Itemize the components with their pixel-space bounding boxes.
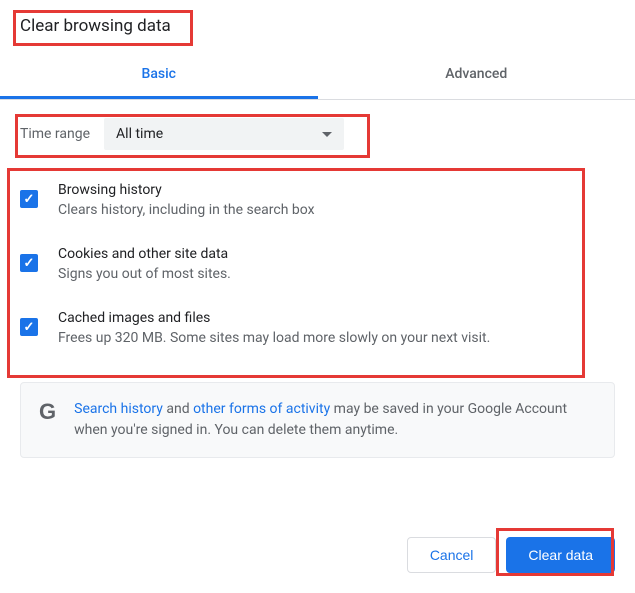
info-text: Search history and other forms of activi… <box>74 399 596 441</box>
time-range-select[interactable]: All time <box>104 118 344 150</box>
google-icon: G <box>39 399 56 425</box>
info-text-part: and <box>163 401 193 417</box>
tab-basic[interactable]: Basic <box>0 52 318 99</box>
option-desc: Signs you out of most sites. <box>58 266 615 282</box>
option-cookies: ✓ Cookies and other site data Signs you … <box>20 232 615 296</box>
clear-data-button[interactable]: Clear data <box>506 537 615 573</box>
check-icon: ✓ <box>24 193 35 206</box>
dialog-title: Clear browsing data <box>0 0 635 44</box>
option-desc: Frees up 320 MB. Some sites may load mor… <box>58 330 615 346</box>
option-title: Cookies and other site data <box>58 246 615 262</box>
check-icon: ✓ <box>24 257 35 270</box>
checkbox-browsing-history[interactable]: ✓ <box>20 190 38 208</box>
cancel-button[interactable]: Cancel <box>407 537 497 573</box>
option-desc: Clears history, including in the search … <box>58 202 615 218</box>
button-row: Cancel Clear data <box>407 537 615 573</box>
time-range-row: Time range All time <box>0 100 635 150</box>
option-cache: ✓ Cached images and files Frees up 320 M… <box>20 296 615 360</box>
link-search-history[interactable]: Search history <box>74 401 163 417</box>
option-browsing-history: ✓ Browsing history Clears history, inclu… <box>20 168 615 232</box>
chevron-down-icon <box>322 132 332 137</box>
time-range-value: All time <box>116 126 163 142</box>
option-title: Browsing history <box>58 182 615 198</box>
options-list: ✓ Browsing history Clears history, inclu… <box>0 150 635 370</box>
link-other-activity[interactable]: other forms of activity <box>193 401 330 417</box>
option-title: Cached images and files <box>58 310 615 326</box>
check-icon: ✓ <box>24 321 35 334</box>
checkbox-cache[interactable]: ✓ <box>20 318 38 336</box>
tab-advanced[interactable]: Advanced <box>318 52 635 99</box>
tabs: Basic Advanced <box>0 52 635 100</box>
info-box: G Search history and other forms of acti… <box>20 382 615 458</box>
checkbox-cookies[interactable]: ✓ <box>20 254 38 272</box>
time-range-label: Time range <box>20 126 90 142</box>
